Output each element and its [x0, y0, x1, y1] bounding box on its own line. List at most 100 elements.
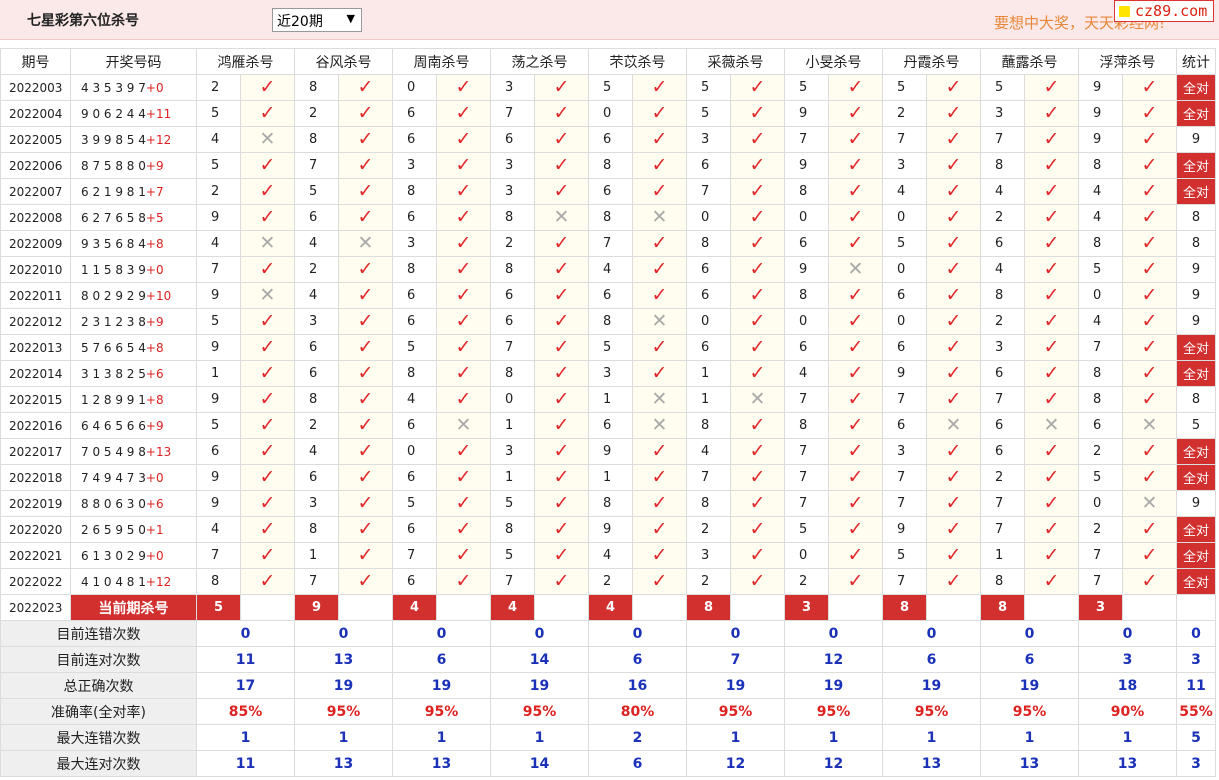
result-mark-cell: ✕ [1122, 490, 1177, 517]
check-icon: ✓ [357, 310, 374, 332]
kill-number-cell: 9 [784, 100, 829, 127]
kill-number-cell: 9 [196, 204, 241, 231]
draw-sum: +10 [145, 288, 172, 303]
draw-cell: 8 7 5 8 8 0+9 [70, 152, 197, 179]
check-icon: ✓ [357, 388, 374, 410]
check-icon: ✓ [259, 336, 276, 358]
kill-number-cell: 0 [686, 204, 731, 231]
col-header-expert[interactable]: 鸿雁杀号 [196, 48, 295, 75]
col-header-expert[interactable]: 谷风杀号 [294, 48, 393, 75]
check-icon: ✓ [455, 336, 472, 358]
col-header-expert[interactable]: 芣苡杀号 [588, 48, 687, 75]
result-mark-cell: ✓ [632, 568, 687, 595]
kill-number-cell: 0 [686, 308, 731, 335]
check-icon: ✓ [749, 128, 766, 150]
summary-row: 准确率(全对率) 85% 95% 95% 95% 80% 95% 95% 95% 95% 90% 55… [0, 698, 1216, 725]
check-icon: ✓ [749, 336, 766, 358]
kill-number-cell: 9 [196, 490, 241, 517]
result-mark-cell: ✓ [828, 230, 883, 257]
check-icon: ✓ [651, 258, 668, 280]
stat-cell: 8 [1176, 386, 1216, 413]
check-icon: ✓ [455, 154, 472, 176]
result-mark-cell: ✓ [534, 178, 589, 205]
result-mark-cell: ✓ [436, 308, 491, 335]
check-icon: ✓ [455, 102, 472, 124]
kill-number-cell: 6 [294, 360, 339, 387]
summary-value: 85% [196, 698, 295, 725]
kill-number-cell: 6 [490, 126, 535, 153]
issue-cell: 2022003 [0, 74, 71, 101]
check-icon: ✓ [553, 336, 570, 358]
draw-sum: +5 [145, 210, 164, 225]
check-icon: ✓ [847, 310, 864, 332]
table-row: 2022006 8 7 5 8 8 0+9 5 ✓ 7 ✓ 3 ✓ 3 ✓ 8 ✓ 6 ✓ 9 ✓ 3 ✓ 8 ✓ 8 ✓… [0, 152, 1216, 179]
result-mark-cell: ✓ [828, 516, 883, 543]
current-kill-number: 8 [882, 594, 927, 621]
table-row: 2022005 3 9 9 8 5 4+12 4 ✕ 8 ✓ 6 ✓ 6 ✓ 6 ✓ 3 ✓ 7 ✓ 7 ✓ 7 ✓ 9… [0, 126, 1216, 153]
result-mark-cell: ✓ [926, 542, 981, 569]
kill-number-cell: 9 [588, 516, 633, 543]
result-mark-cell: ✕ [730, 386, 785, 413]
header-row: 期号 开奖号码 鸿雁杀号 谷风杀号 周南杀号 荡之杀号 芣苡杀号 采薇杀号 小旻杀号 丹霞杀号 蘸露… [0, 48, 1216, 75]
result-mark-cell: ✓ [436, 178, 491, 205]
col-header-expert[interactable]: 蘸露杀号 [980, 48, 1079, 75]
kill-number-cell: 1 [490, 464, 535, 491]
cross-icon: ✕ [749, 388, 766, 410]
kill-number-cell: 6 [588, 412, 633, 439]
summary-value: 0 [196, 620, 295, 647]
kill-number-cell: 6 [882, 282, 927, 309]
kill-number-cell: 6 [784, 230, 829, 257]
kill-number-cell: 8 [588, 308, 633, 335]
result-mark-cell: ✓ [828, 126, 883, 153]
table-row: 2022020 2 6 5 9 5 0+1 4 ✓ 8 ✓ 6 ✓ 8 ✓ 9 ✓ 2 ✓ 5 ✓ 9 ✓ 7 ✓ 2 ✓… [0, 516, 1216, 543]
result-mark-cell: ✓ [828, 464, 883, 491]
result-mark-cell: ✓ [730, 178, 785, 205]
draw-numbers: 4 1 0 4 8 1 [81, 574, 146, 589]
result-mark-cell: ✓ [338, 126, 393, 153]
result-mark-cell: ✓ [828, 308, 883, 335]
summary-stat: 0 [1176, 620, 1216, 647]
result-mark-cell: ✓ [436, 204, 491, 231]
draw-numbers: 2 3 1 2 3 8 [81, 314, 146, 329]
site-logo[interactable]: cz89.com [1114, 0, 1214, 22]
kill-number-cell: 5 [686, 74, 731, 101]
col-header-expert[interactable]: 周南杀号 [392, 48, 491, 75]
check-icon: ✓ [651, 570, 668, 592]
result-mark-cell: ✓ [828, 542, 883, 569]
result-mark-cell: ✓ [436, 74, 491, 101]
col-header-expert[interactable]: 浮萍杀号 [1078, 48, 1177, 75]
draw-numbers: 8 0 2 9 2 9 [81, 288, 146, 303]
col-header-expert[interactable]: 荡之杀号 [490, 48, 589, 75]
result-mark-cell: ✓ [1122, 100, 1177, 127]
current-kill-blank [436, 594, 491, 621]
col-header-expert[interactable]: 丹霞杀号 [882, 48, 981, 75]
result-mark-cell: ✓ [534, 568, 589, 595]
period-select[interactable]: 近20期 ▼ [272, 8, 362, 32]
kill-number-cell: 9 [196, 386, 241, 413]
check-icon: ✓ [357, 128, 374, 150]
kill-number-cell: 9 [1078, 126, 1123, 153]
result-mark-cell: ✓ [1122, 256, 1177, 283]
check-icon: ✓ [1043, 362, 1060, 384]
result-mark-cell: ✓ [1024, 126, 1079, 153]
draw-cell: 5 7 6 6 5 4+8 [70, 334, 197, 361]
kill-number-cell: 7 [980, 126, 1025, 153]
kill-number-cell: 8 [392, 256, 437, 283]
kill-number-cell: 2 [1078, 516, 1123, 543]
check-icon: ✓ [847, 180, 864, 202]
kill-number-cell: 4 [196, 516, 241, 543]
result-mark-cell: ✓ [240, 438, 295, 465]
col-header-expert[interactable]: 采薇杀号 [686, 48, 785, 75]
result-mark-cell: ✓ [1122, 126, 1177, 153]
draw-sum: +9 [145, 158, 164, 173]
result-mark-cell: ✓ [240, 334, 295, 361]
result-mark-cell: ✓ [338, 438, 393, 465]
col-header-expert[interactable]: 小旻杀号 [784, 48, 883, 75]
result-mark-cell: ✕ [240, 126, 295, 153]
stat-cell: 9 [1176, 282, 1216, 309]
kill-number-cell: 2 [196, 74, 241, 101]
check-icon: ✓ [749, 518, 766, 540]
check-icon: ✓ [357, 518, 374, 540]
check-icon: ✓ [455, 258, 472, 280]
kill-number-cell: 5 [196, 152, 241, 179]
